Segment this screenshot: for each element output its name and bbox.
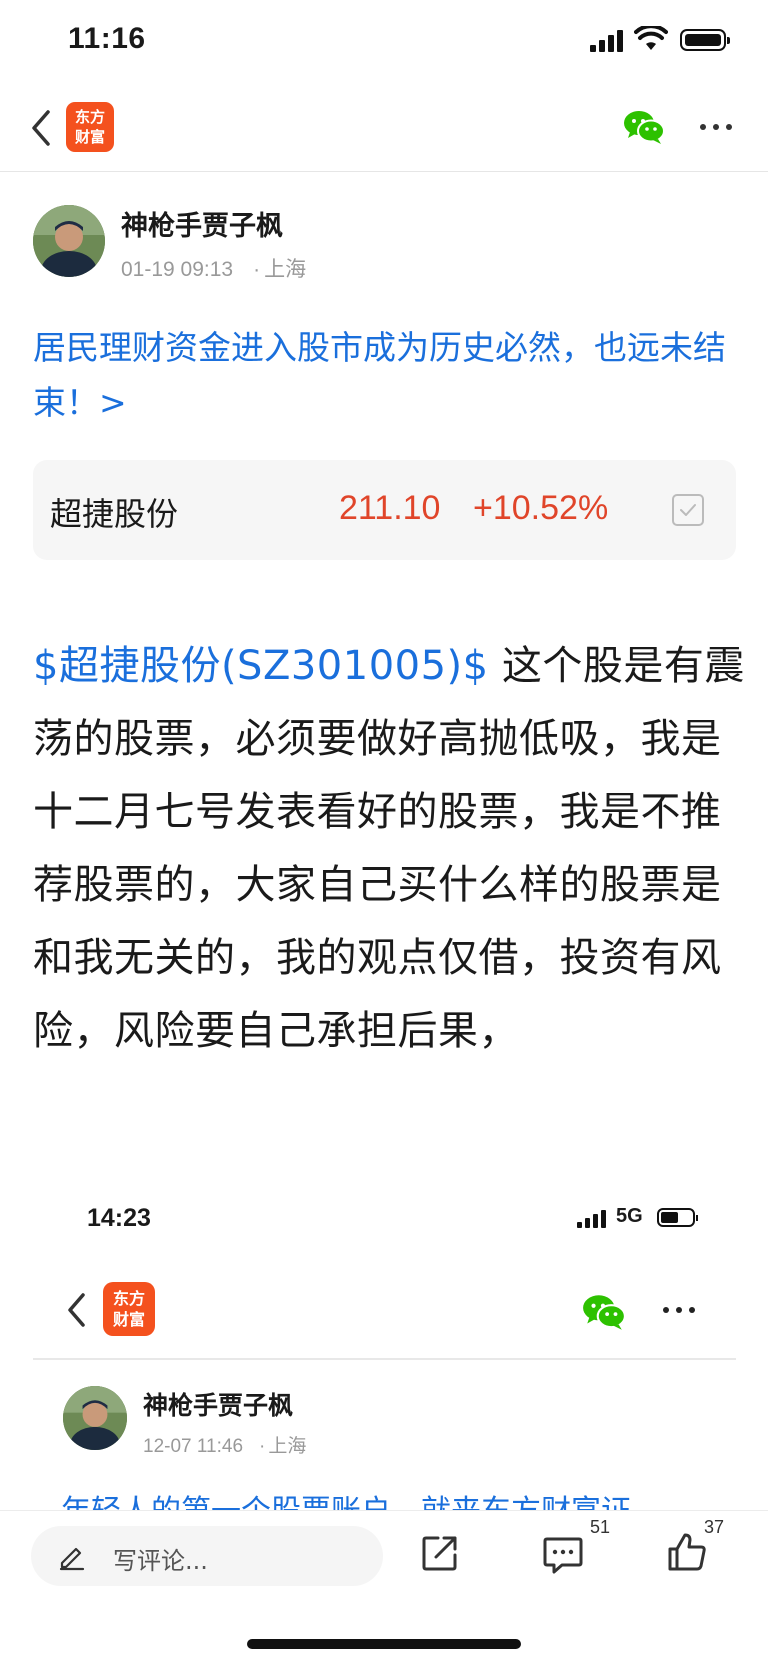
like-icon[interactable] xyxy=(666,1531,708,1573)
checkbox-icon[interactable] xyxy=(672,494,704,526)
post-text: 这个股是有震荡的股票，必须要做好高抛低吸，我是十二月七号发表看好的股票，我是不推… xyxy=(33,643,745,1054)
embed-author-meta: 12-07 11:46 · 上海 xyxy=(143,1436,307,1457)
embed-more-icon xyxy=(659,1298,699,1322)
author-meta: 01-19 09:13 · 上海 xyxy=(121,258,307,281)
embed-cut-text: 年轻人的第一个股票账户，就来东方财富证 xyxy=(61,1486,631,1510)
comment-input[interactable]: 写评论... xyxy=(31,1526,383,1586)
more-icon[interactable] xyxy=(696,114,736,142)
status-time: 11:16 xyxy=(68,22,146,55)
home-indicator xyxy=(247,1639,521,1649)
bottom-bar: 写评论... 51 37 xyxy=(0,1510,768,1663)
embed-battery-icon xyxy=(657,1208,698,1227)
stock-card[interactable]: 超捷股份 211.10 +10.52% xyxy=(33,460,736,560)
avatar[interactable] xyxy=(33,205,105,277)
stock-price: 211.10 xyxy=(339,489,441,527)
battery-icon xyxy=(680,29,730,51)
post-location: 上海 xyxy=(264,258,307,281)
embed-wechat-icon xyxy=(583,1295,626,1330)
embed-author-name: 神枪手贾子枫 xyxy=(143,1391,294,1420)
stock-change: +10.52% xyxy=(473,489,609,527)
stock-link[interactable]: $超捷股份(SZ301005)$ xyxy=(33,643,489,689)
wechat-icon[interactable] xyxy=(622,108,666,146)
post-datetime: 01-19 09:13 xyxy=(121,258,234,281)
like-count: 37 xyxy=(704,1517,725,1537)
back-icon[interactable] xyxy=(26,106,58,150)
comment-icon[interactable] xyxy=(542,1533,584,1575)
comment-placeholder: 写评论... xyxy=(113,1547,208,1575)
app-logo[interactable]: 东方 财富 xyxy=(66,102,114,152)
embed-back-icon xyxy=(68,1293,85,1327)
embed-status-time: 14:23 xyxy=(87,1204,151,1232)
wifi-icon xyxy=(634,26,668,50)
embedded-screenshot[interactable]: 14:23 5G 东方 财富 神枪手贾子枫 12-07 11:46 · 上海 xyxy=(33,1174,736,1510)
stock-name: 超捷股份 xyxy=(50,495,179,533)
embed-network-label: 5G xyxy=(616,1205,643,1227)
author-name[interactable]: 神枪手贾子枫 xyxy=(121,204,283,243)
status-bar: 11:16 xyxy=(0,0,768,84)
share-icon[interactable] xyxy=(420,1533,460,1573)
post-body: $超捷股份(SZ301005)$ 这个股是有震荡的股票，必须要做好高抛低吸，我是… xyxy=(33,630,745,1068)
headline-link[interactable]: 居民理财资金进入股市成为历史必然，也远未结束！> xyxy=(33,320,739,430)
nav-bar: 东方 财富 xyxy=(0,84,768,172)
embed-divider xyxy=(33,1358,736,1360)
embed-avatar xyxy=(63,1386,127,1450)
pencil-icon xyxy=(59,1547,85,1571)
comment-count: 51 xyxy=(590,1517,611,1537)
embed-app-logo: 东方 财富 xyxy=(103,1282,155,1336)
embed-signal-icon xyxy=(577,1210,607,1228)
avatar-image xyxy=(33,205,105,277)
cellular-signal-icon xyxy=(590,28,626,52)
